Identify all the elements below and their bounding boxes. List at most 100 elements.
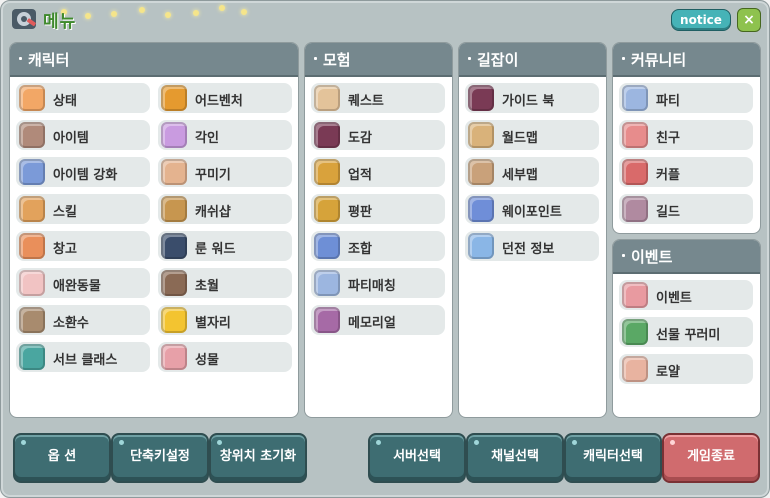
cashshop-icon <box>161 196 187 222</box>
menu-item-label: 소환수 <box>53 316 89 331</box>
menu-item-party[interactable]: 파티 <box>619 83 753 113</box>
summon-icon <box>19 307 45 333</box>
menu-item-engrave[interactable]: 각인 <box>158 120 292 150</box>
menu-item-label: 파티 <box>656 94 680 109</box>
menu-item-label: 도감 <box>348 131 372 146</box>
footer-button-label: 서버선택 <box>393 449 441 464</box>
footer-button-label: 채널선택 <box>491 449 539 464</box>
menu-item-gift[interactable]: 선물 꾸러미 <box>619 317 753 347</box>
footer-button-2[interactable]: 창위치 초기화 <box>209 433 307 483</box>
menu-item-label: 세부맵 <box>502 168 538 183</box>
menu-item-quest[interactable]: 퀘스트 <box>311 83 445 113</box>
title-bar[interactable]: 메뉴 notice × <box>1 1 769 37</box>
menu-item-friend[interactable]: 친구 <box>619 120 753 150</box>
button-shine <box>670 440 675 445</box>
menu-item-guidebook[interactable]: 가이드 북 <box>465 83 599 113</box>
menu-item-item[interactable]: 아이템 <box>16 120 150 150</box>
menu-item-star[interactable]: 별자리 <box>158 305 292 335</box>
party-matching-icon <box>314 270 340 296</box>
menu-item-event[interactable]: 이벤트 <box>619 280 753 310</box>
royal-icon <box>622 356 648 382</box>
menu-item-label: 별자리 <box>195 316 231 331</box>
menu-item-adventure[interactable]: 어드벤처 <box>158 83 292 113</box>
guild-icon <box>622 196 648 222</box>
footer-button-0[interactable]: 옵 션 <box>13 433 111 483</box>
menu-item-label: 웨이포인트 <box>502 205 562 220</box>
panel-event: 이벤트 이벤트 선물 꾸러미 로얄 <box>612 239 761 418</box>
menu-item-decorate[interactable]: 꾸미기 <box>158 157 292 187</box>
menu-item-storage[interactable]: 창고 <box>16 231 150 261</box>
menu-item-guild[interactable]: 길드 <box>619 194 753 224</box>
upgrade-icon <box>19 159 45 185</box>
menu-item-label: 로얄 <box>656 365 680 380</box>
subclass-icon <box>19 344 45 370</box>
button-shine <box>572 440 577 445</box>
menu-item-waypoint[interactable]: 웨이포인트 <box>465 194 599 224</box>
menu-item-label: 친구 <box>656 131 680 146</box>
footer-button-5[interactable]: 캐릭터선택 <box>564 433 662 483</box>
menu-item-rune[interactable]: 룬 워드 <box>158 231 292 261</box>
footer-button-3[interactable]: 서버선택 <box>368 433 466 483</box>
skill-icon <box>19 196 45 222</box>
menu-item-craft[interactable]: 조합 <box>311 231 445 261</box>
menu-item-couple[interactable]: 커플 <box>619 157 753 187</box>
menu-item-label: 성물 <box>195 353 219 368</box>
menu-item-codex[interactable]: 도감 <box>311 120 445 150</box>
achievement-icon <box>314 159 340 185</box>
friend-icon <box>622 122 648 148</box>
menu-item-label: 스킬 <box>53 205 77 220</box>
menu-item-worldmap[interactable]: 월드맵 <box>465 120 599 150</box>
panel-title: 커뮤니티 <box>631 51 687 69</box>
menu-item-summon[interactable]: 소환수 <box>16 305 150 335</box>
menu-item-label: 어드벤처 <box>195 94 243 109</box>
footer-button-label: 게임종료 <box>687 449 735 464</box>
gift-icon <box>622 319 648 345</box>
menu-item-label: 던전 정보 <box>502 242 555 257</box>
panel-title: 모험 <box>323 51 351 69</box>
menu-item-dungeon[interactable]: 던전 정보 <box>465 231 599 261</box>
menu-item-label: 창고 <box>53 242 77 257</box>
menu-item-label: 캐쉬샵 <box>195 205 231 220</box>
menu-item-upgrade[interactable]: 아이템 강화 <box>16 157 150 187</box>
menu-item-label: 애완동물 <box>53 279 101 294</box>
menu-item-label: 선물 꾸러미 <box>656 328 721 343</box>
menu-item-label: 메모리얼 <box>348 316 396 331</box>
menu-item-memorial[interactable]: 메모리얼 <box>311 305 445 335</box>
menu-item-status[interactable]: 상태 <box>16 83 150 113</box>
menu-item-relic[interactable]: 성물 <box>158 342 292 372</box>
menu-item-subclass[interactable]: 서브 클래스 <box>16 342 150 372</box>
footer-button-1[interactable]: 단축키설정 <box>111 433 209 483</box>
menu-item-royal[interactable]: 로얄 <box>619 354 753 384</box>
menu-item-skill[interactable]: 스킬 <box>16 194 150 224</box>
codex-icon <box>314 122 340 148</box>
menu-item-label: 길드 <box>656 205 680 220</box>
party-icon <box>622 85 648 111</box>
menu-item-label: 꾸미기 <box>195 168 231 183</box>
button-shine <box>376 440 381 445</box>
menu-item-detailmap[interactable]: 세부맵 <box>465 157 599 187</box>
footer-button-label: 단축키설정 <box>130 449 190 464</box>
status-icon <box>19 85 45 111</box>
close-button[interactable]: × <box>737 8 761 32</box>
window-title: 메뉴 <box>43 12 77 32</box>
menu-item-pet[interactable]: 애완동물 <box>16 268 150 298</box>
adventure-icon <box>161 85 187 111</box>
footer-button-label: 창위치 초기화 <box>219 449 297 464</box>
quest-icon <box>314 85 340 111</box>
couple-icon <box>622 159 648 185</box>
menu-item-transcend[interactable]: 초월 <box>158 268 292 298</box>
menu-gear-icon <box>12 9 36 29</box>
footer-button-6[interactable]: 게임종료 <box>662 433 760 483</box>
button-shine <box>119 440 124 445</box>
menu-item-cashshop[interactable]: 캐쉬샵 <box>158 194 292 224</box>
notice-button[interactable]: notice <box>671 9 731 31</box>
menu-item-party-matching[interactable]: 파티매칭 <box>311 268 445 298</box>
menu-item-label: 초월 <box>195 279 219 294</box>
menu-item-achievement[interactable]: 업적 <box>311 157 445 187</box>
craft-icon <box>314 233 340 259</box>
menu-item-label: 평판 <box>348 205 372 220</box>
menu-item-reputation[interactable]: 평판 <box>311 194 445 224</box>
button-shine <box>474 440 479 445</box>
menu-item-label: 커플 <box>656 168 680 183</box>
footer-button-4[interactable]: 채널선택 <box>466 433 564 483</box>
